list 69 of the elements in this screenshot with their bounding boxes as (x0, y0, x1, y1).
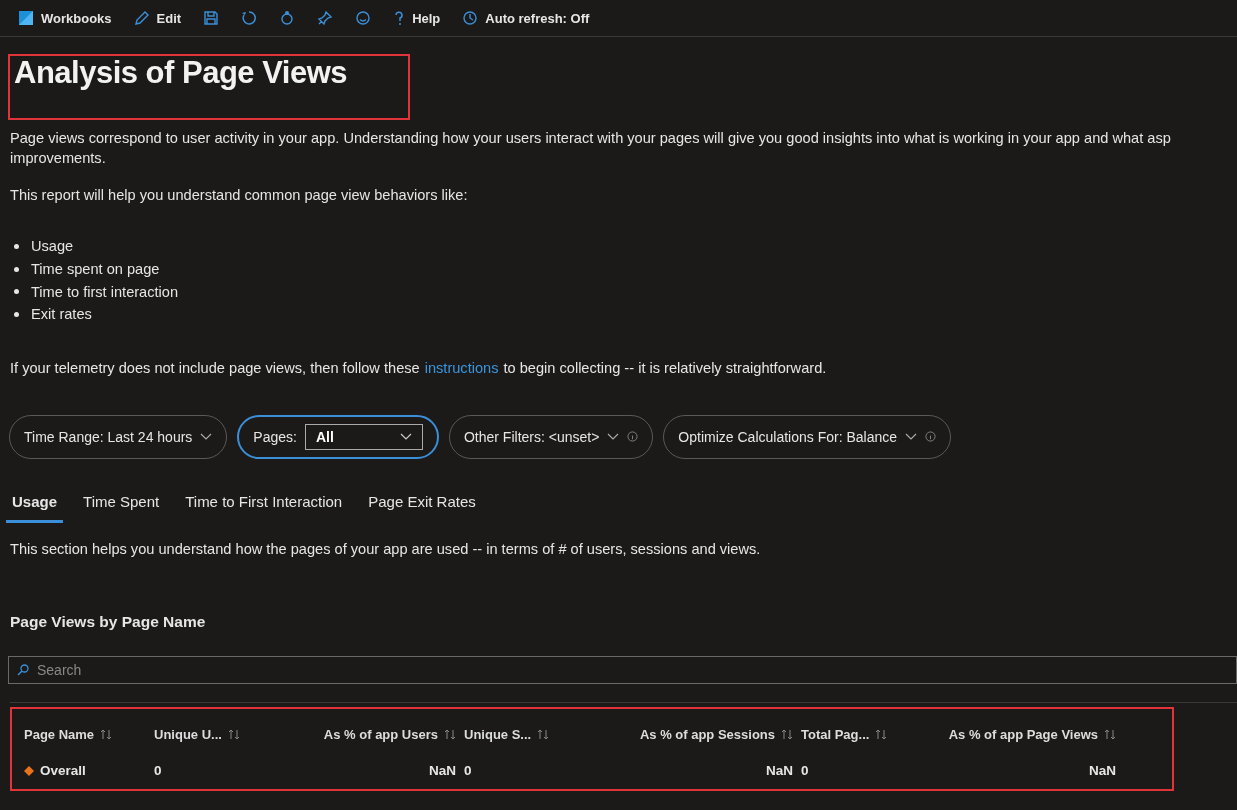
table-cell: 0 (801, 763, 809, 779)
report-text: This report will help you understand common page view behaviors like: (10, 186, 469, 205)
pin-icon (317, 10, 334, 26)
sort-icon[interactable] (875, 729, 888, 741)
page-title: Analysis of Page Views (14, 55, 348, 91)
search-icon (17, 663, 29, 676)
bullet-icon (14, 243, 19, 249)
tab[interactable]: Time Spent (77, 488, 166, 523)
clock-icon (462, 10, 479, 26)
filter-pill[interactable]: Pages: All (237, 414, 439, 459)
column-header[interactable]: As % of app Sessions (639, 727, 775, 743)
chevron-icon (905, 432, 917, 441)
telemetry-text: If your telemetry does not include page views, then follow these (10, 358, 420, 378)
bullet-icon (14, 289, 19, 295)
grid-title: Page Views by Page Name (10, 612, 207, 631)
tab[interactable]: Usage (6, 488, 64, 523)
sort-icon[interactable] (227, 729, 240, 741)
pencil-icon (133, 10, 150, 26)
tab[interactable]: Page Exit Rates (362, 488, 482, 523)
filter-label: Other Filters: <unset> (463, 428, 600, 445)
table-cell: NaN (766, 763, 793, 779)
list-item: Time to first interaction (31, 283, 179, 300)
column-header[interactable]: As % of app Page Views (948, 727, 1098, 743)
table-cell: 0 (464, 763, 472, 779)
diamond-icon (24, 765, 34, 776)
section-text: This section helps you understand how the pages of your app are used -- in terms of # of users, sessions and views. (10, 539, 762, 559)
column-header[interactable]: Page Name (24, 727, 95, 743)
instructions-link[interactable]: instructions (424, 357, 499, 378)
filter-label: Time Range: Last 24 hours (24, 428, 193, 445)
table-cell: 0 (154, 763, 162, 779)
logo-icon (18, 10, 34, 26)
search-field[interactable]: Search (8, 655, 1237, 684)
bullet-icon (14, 311, 19, 317)
info-icon (627, 431, 639, 443)
telemetry-text: to begin collecting -- it is relatively straightforward. (503, 358, 827, 378)
intro-text: Page views correspond to user activity in your app. Understanding how your users interact with your pages will give you good insights into what is working in your app and what asp (10, 129, 1172, 148)
sort-icon[interactable] (100, 729, 113, 741)
bullet-icon (14, 266, 19, 272)
sort-icon[interactable] (781, 729, 793, 741)
list-item: Usage (31, 238, 74, 255)
column-header[interactable]: Unique S... (464, 727, 532, 743)
tab[interactable]: Time to First Interaction (179, 488, 349, 523)
chevron-icon (399, 432, 412, 441)
refresh-icon (241, 10, 258, 26)
chevron-icon (607, 432, 620, 441)
filter-label: Pages: (253, 428, 297, 445)
list-item: Time spent on page (31, 261, 160, 278)
table-cell: NaN (429, 763, 456, 779)
sort-icon[interactable] (444, 729, 456, 741)
pages-select[interactable]: All (304, 423, 423, 450)
info-icon (925, 431, 936, 443)
intro-text: improvements. (10, 149, 107, 168)
sort-icon[interactable] (1104, 729, 1116, 741)
column-header[interactable]: Total Pag... (801, 727, 870, 743)
table-cell: NaN (1089, 763, 1116, 779)
table-cell: Overall (40, 763, 86, 779)
help-icon (393, 10, 406, 26)
column-header[interactable]: As % of app Users (323, 727, 438, 743)
workbooks-button[interactable]: Workbooks (10, 6, 120, 30)
smiley-icon (355, 10, 372, 26)
column-header[interactable]: Unique U... (154, 727, 222, 743)
edit-button[interactable]: Edit (125, 6, 190, 30)
clock-button[interactable]: Auto refresh: Off (454, 6, 598, 30)
list-item: Exit rates (31, 306, 92, 323)
filter-label: Optimize Calculations For: Balance (678, 428, 897, 445)
chevron-icon (200, 432, 213, 441)
sort-icon[interactable] (537, 729, 550, 741)
help-button[interactable]: Help (385, 6, 449, 30)
save-icon (203, 10, 220, 26)
